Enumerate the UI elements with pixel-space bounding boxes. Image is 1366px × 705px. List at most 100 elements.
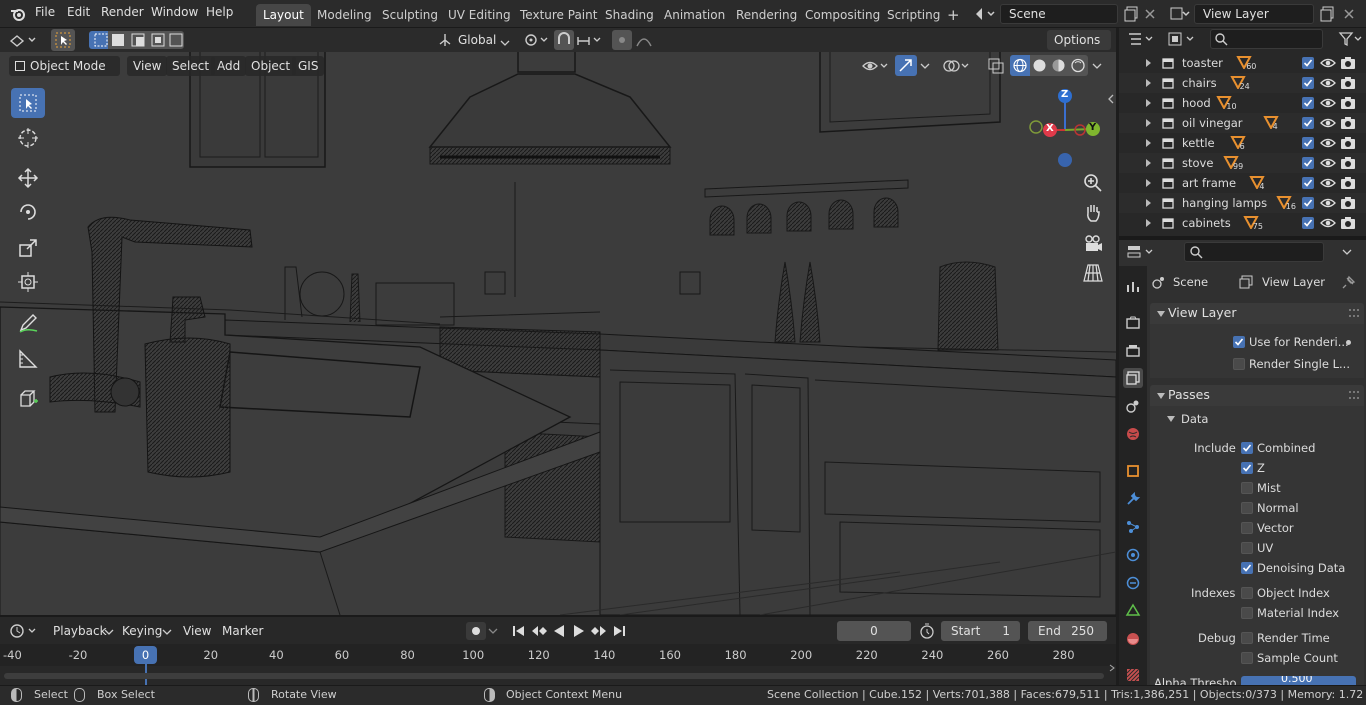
add-workspace-button[interactable]: +: [940, 4, 967, 26]
outliner-row[interactable]: cabinets 75: [1119, 213, 1366, 233]
cursor-tool-icon[interactable]: [11, 123, 45, 153]
menu-window[interactable]: Window: [151, 5, 198, 19]
3d-viewport[interactable]: [0, 52, 1116, 615]
display-mode-icon[interactable]: [1166, 30, 1200, 48]
expand-arrow-icon[interactable]: [1143, 138, 1153, 148]
object-properties-tab-icon[interactable]: [1123, 461, 1143, 481]
add-cube-tool-icon[interactable]: [11, 383, 45, 413]
proportional-editing-icon[interactable]: [612, 30, 632, 50]
data-properties-tab-icon[interactable]: [1123, 601, 1143, 621]
drag-handle-icon[interactable]: [1349, 391, 1359, 399]
shading-wireframe-icon[interactable]: [1010, 55, 1030, 76]
data-subpanel-header[interactable]: Data: [1162, 409, 1362, 429]
expand-arrow-icon[interactable]: [1143, 158, 1153, 168]
eye-icon[interactable]: [1320, 77, 1336, 89]
rotate-tool-icon[interactable]: [11, 197, 45, 227]
menu-gis[interactable]: GIS: [292, 56, 325, 76]
texture-properties-tab-icon[interactable]: [1123, 665, 1143, 685]
scene-field[interactable]: Scene: [1000, 4, 1118, 24]
camera-icon[interactable]: [1340, 116, 1356, 130]
menu-keying[interactable]: Keying: [122, 624, 162, 638]
editor-type-icon[interactable]: [8, 31, 40, 49]
outliner-row[interactable]: hood 10: [1119, 93, 1366, 113]
pass-checkbox[interactable]: [1241, 502, 1253, 514]
sidebar-toggle-icon[interactable]: [1106, 92, 1116, 106]
render-properties-tab-icon[interactable]: [1123, 313, 1143, 333]
gizmo-dropdown-icon[interactable]: [918, 60, 932, 72]
play-icon[interactable]: [570, 622, 588, 640]
tool-properties-tab-icon[interactable]: [1123, 277, 1143, 297]
auto-keying-icon[interactable]: [466, 622, 486, 640]
pass-checkbox[interactable]: [1241, 587, 1253, 599]
shading-rendered-icon[interactable]: [1068, 55, 1088, 76]
outliner-row[interactable]: kettle 6: [1119, 133, 1366, 153]
scene-icon[interactable]: [974, 5, 996, 23]
camera-icon[interactable]: [1340, 96, 1356, 110]
playhead[interactable]: 0: [134, 646, 157, 664]
constraints-properties-tab-icon[interactable]: [1123, 573, 1143, 593]
expand-arrow-icon[interactable]: [1143, 98, 1153, 108]
snap-toggle-icon[interactable]: [554, 30, 574, 50]
tab-layout[interactable]: Layout: [256, 4, 311, 26]
menu-marker[interactable]: Marker: [222, 624, 263, 638]
selection-mode-intersect-icon[interactable]: [168, 31, 184, 49]
menu-select[interactable]: Select: [166, 56, 216, 76]
camera-icon[interactable]: [1340, 176, 1356, 190]
camera-view-icon[interactable]: [1082, 232, 1104, 254]
world-properties-tab-icon[interactable]: [1123, 424, 1143, 444]
outliner-row[interactable]: toaster 60: [1119, 53, 1366, 73]
options-dropdown[interactable]: Options: [1047, 30, 1111, 50]
pass-checkbox[interactable]: [1241, 607, 1253, 619]
pass-checkbox[interactable]: [1241, 542, 1253, 554]
view-layer-icon[interactable]: [1168, 5, 1190, 23]
jump-keyframe-forward-icon[interactable]: [590, 622, 608, 640]
tab-modeling[interactable]: Modeling: [310, 4, 379, 26]
pass-checkbox[interactable]: [1241, 652, 1253, 664]
select-box-tool-icon[interactable]: [11, 88, 45, 118]
menu-render[interactable]: Render: [101, 5, 144, 19]
material-properties-tab-icon[interactable]: [1123, 629, 1143, 649]
physics-properties-tab-icon[interactable]: [1123, 545, 1143, 565]
camera-icon[interactable]: [1340, 136, 1356, 150]
outliner-editor-type-icon[interactable]: [1125, 30, 1159, 48]
tab-animation[interactable]: Animation: [657, 4, 732, 26]
annotate-tool-icon[interactable]: [11, 308, 45, 338]
eye-icon[interactable]: [1320, 57, 1336, 69]
selection-mode-extend-icon[interactable]: [108, 31, 128, 49]
timeline-scroll-arrow-icon[interactable]: [1108, 662, 1116, 672]
view-layer-field[interactable]: View Layer: [1194, 4, 1314, 24]
drag-handle-icon[interactable]: [1349, 309, 1359, 317]
expand-arrow-icon[interactable]: [1143, 78, 1153, 88]
eye-icon[interactable]: [1320, 157, 1336, 169]
expand-arrow-icon[interactable]: [1143, 198, 1153, 208]
eye-icon[interactable]: [1320, 117, 1336, 129]
measure-tool-icon[interactable]: [11, 344, 45, 374]
pin-icon[interactable]: [1342, 275, 1356, 289]
camera-icon[interactable]: [1340, 156, 1356, 170]
tab-rendering[interactable]: Rendering: [729, 4, 804, 26]
copy-view-layer-icon[interactable]: [1318, 4, 1336, 24]
jump-start-icon[interactable]: [510, 622, 528, 640]
menu-object[interactable]: Object: [245, 56, 297, 76]
tab-compositing[interactable]: Compositing: [798, 4, 887, 26]
snap-target-icon[interactable]: [575, 31, 605, 49]
menu-timeline-view[interactable]: View: [183, 624, 211, 638]
eye-icon[interactable]: [1320, 197, 1336, 209]
camera-icon[interactable]: [1340, 76, 1356, 90]
menu-playback[interactable]: Playback: [53, 624, 107, 638]
transform-orientation-dropdown[interactable]: Global: [458, 33, 496, 47]
expand-arrow-icon[interactable]: [1143, 178, 1153, 188]
properties-editor-type-icon[interactable]: [1125, 243, 1159, 261]
outliner-row[interactable]: hanging lamps 16: [1119, 193, 1366, 213]
tab-texture-paint[interactable]: Texture Paint: [513, 4, 604, 26]
selection-mode-subtract-icon[interactable]: [128, 31, 148, 49]
filter-icon[interactable]: [1338, 30, 1364, 48]
properties-options-icon[interactable]: [1340, 246, 1354, 258]
start-frame-field[interactable]: Start 1: [941, 621, 1020, 641]
object-mode-dropdown[interactable]: Object Mode: [9, 56, 120, 76]
select-tweak-icon[interactable]: [51, 29, 75, 51]
close-view-layer-icon[interactable]: [1342, 5, 1356, 23]
view-layer-panel-header[interactable]: View Layer: [1150, 303, 1364, 324]
menu-view[interactable]: View: [127, 56, 168, 76]
play-reverse-icon[interactable]: [550, 622, 568, 640]
